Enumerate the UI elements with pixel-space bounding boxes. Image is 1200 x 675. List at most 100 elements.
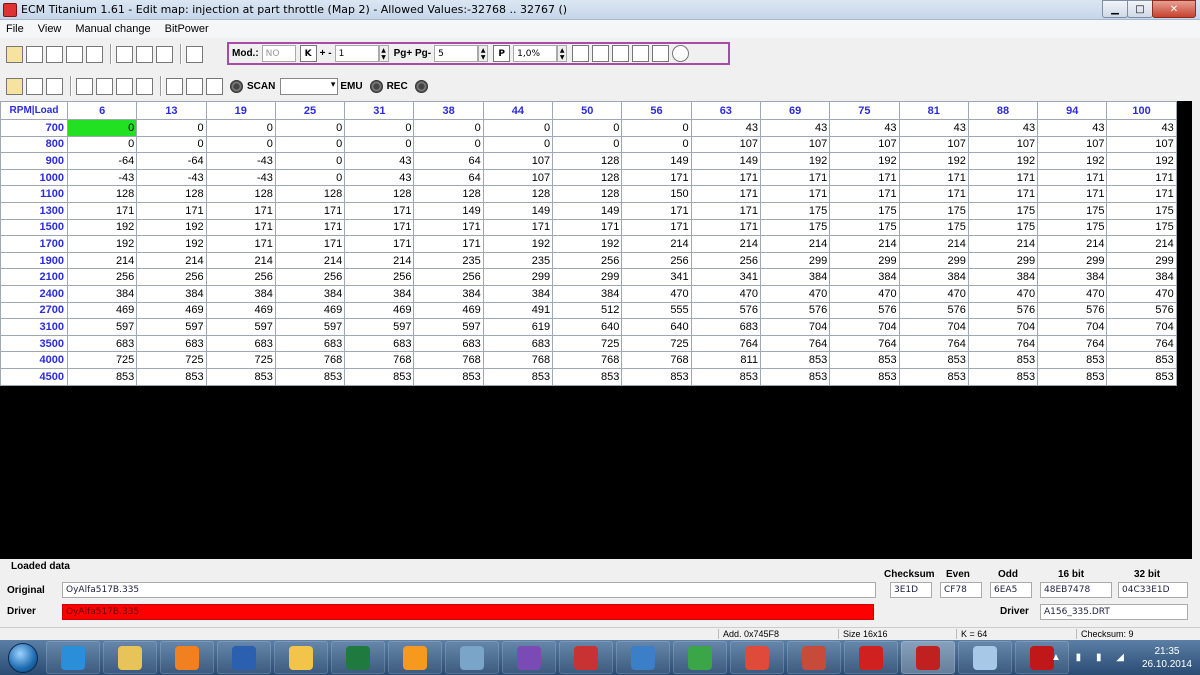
home-icon[interactable] [6,45,23,63]
zero-icon[interactable] [156,45,173,63]
map-cell[interactable]: 0 [136,119,207,137]
graph-2d-icon[interactable] [66,45,83,63]
map-cell[interactable]: 171 [967,185,1039,203]
taskbar-app-download-app[interactable] [559,641,613,674]
maximize-button[interactable]: □ [1127,0,1153,18]
map-cell[interactable]: 171 [1106,168,1177,187]
map-cell[interactable]: 768 [274,351,346,369]
map-cell[interactable]: 175 [967,201,1039,220]
map-cell[interactable]: 128 [274,185,346,203]
map-cell[interactable]: 470 [829,284,900,303]
map-cell[interactable]: 256 [552,251,623,270]
taskbar-app-c-app[interactable] [445,641,499,674]
map-cell[interactable]: 299 [967,251,1039,270]
map-cell[interactable]: 768 [552,351,623,369]
map-cell[interactable]: 0 [274,168,346,187]
map-cell[interactable]: 128 [482,185,554,203]
map-cell[interactable]: 43 [690,119,761,137]
map-cell[interactable]: 171 [621,201,692,220]
map-cell[interactable]: 0 [274,152,346,170]
map-cell[interactable]: 171 [552,218,623,237]
map-cell[interactable]: 597 [136,318,207,336]
map-cell[interactable]: 597 [274,318,346,336]
map-cell[interactable]: 107 [482,152,554,170]
map-cell[interactable]: 171 [1106,185,1177,203]
map-cell[interactable]: 171 [621,218,692,237]
map-cell[interactable]: 597 [205,318,276,336]
map-cell[interactable]: 128 [344,185,415,203]
map-cell[interactable]: 576 [690,301,761,320]
map-cell[interactable]: 171 [829,185,900,203]
map-cell[interactable]: 811 [690,351,761,369]
map-cell[interactable]: 192 [482,235,554,253]
map-cell[interactable]: 107 [1106,135,1177,154]
driver-edit-icon[interactable] [136,77,153,95]
map-cell[interactable]: 175 [759,218,831,237]
taskbar-app-file-explorer[interactable] [103,641,157,674]
map-cell[interactable]: 764 [1037,334,1108,353]
map-cell[interactable]: 764 [1106,334,1177,353]
percent-input[interactable]: 1,0% [513,45,558,62]
map-cell[interactable]: 384 [205,284,276,303]
map-cell[interactable]: 171 [621,168,692,187]
taskbar-app-chrome[interactable] [730,641,784,674]
map-cell[interactable]: 725 [205,351,276,369]
map-cell[interactable]: 384 [967,268,1039,286]
map-cell[interactable]: 470 [898,284,969,303]
save-as-icon[interactable] [46,77,63,95]
map-cell[interactable]: 214 [829,235,900,253]
map-cell[interactable]: 469 [66,301,138,320]
map-cell[interactable]: 470 [759,284,831,303]
taskbar-app-orange-app[interactable] [388,641,442,674]
map-cell[interactable]: 214 [274,251,346,270]
map-cell[interactable]: 853 [759,367,831,386]
map-cell[interactable]: -43 [205,152,276,170]
map-cell[interactable]: 384 [829,268,900,286]
multiply-icon[interactable] [572,45,590,62]
map-cell[interactable]: -43 [136,168,207,187]
map-cell[interactable]: 384 [413,284,484,303]
map-cell[interactable]: 853 [413,367,484,386]
map-cell[interactable]: 853 [690,367,761,386]
map-cell[interactable]: 150 [621,185,692,203]
map-cell[interactable]: 470 [967,284,1039,303]
map-cell[interactable]: 43 [759,119,831,137]
map-cell[interactable]: -64 [66,152,138,170]
map-cell[interactable]: 43 [344,168,415,187]
taskbar-app-internet-explorer[interactable] [46,641,100,674]
map-cell[interactable]: 256 [344,268,415,286]
map-cell[interactable]: 214 [66,251,138,270]
map-cell[interactable]: 704 [1037,318,1108,336]
map-cell[interactable]: 0 [205,119,276,137]
map-cell[interactable]: 704 [1106,318,1177,336]
map-cell[interactable]: 149 [413,201,484,220]
map-cell[interactable]: 619 [482,318,554,336]
taskbar-app-excel[interactable] [331,641,385,674]
map-cell[interactable]: 853 [344,367,415,386]
map-cell[interactable]: 175 [1037,201,1108,220]
map-cell[interactable]: 107 [1037,135,1108,154]
map-cell[interactable]: 704 [898,318,969,336]
map-cell[interactable]: 256 [690,251,761,270]
map-cell[interactable]: 235 [413,251,484,270]
map-cell[interactable]: 43 [1037,119,1108,137]
map-cell[interactable]: 853 [967,351,1039,369]
map-cell[interactable]: 214 [898,235,969,253]
map-cell[interactable]: 256 [205,268,276,286]
map-cell[interactable]: 0 [274,135,346,154]
map-cell[interactable]: 853 [759,351,831,369]
menu-manual-change[interactable]: Manual change [73,23,152,35]
map-cell[interactable]: 107 [898,135,969,154]
map-cell[interactable]: 341 [690,268,761,286]
taskbar-app-ecm-titanium[interactable] [901,641,955,674]
map-cell[interactable]: 256 [413,268,484,286]
map-cell[interactable]: 214 [759,235,831,253]
map-cell[interactable]: 853 [205,367,276,386]
map-cell[interactable]: 0 [274,119,346,137]
save-map-icon[interactable] [632,45,650,62]
map-cell[interactable]: 853 [829,367,900,386]
map-cell[interactable]: 384 [1106,268,1177,286]
map-cell[interactable]: 0 [552,135,623,154]
taskbar-app-word[interactable] [217,641,271,674]
map-cell[interactable]: 235 [482,251,554,270]
